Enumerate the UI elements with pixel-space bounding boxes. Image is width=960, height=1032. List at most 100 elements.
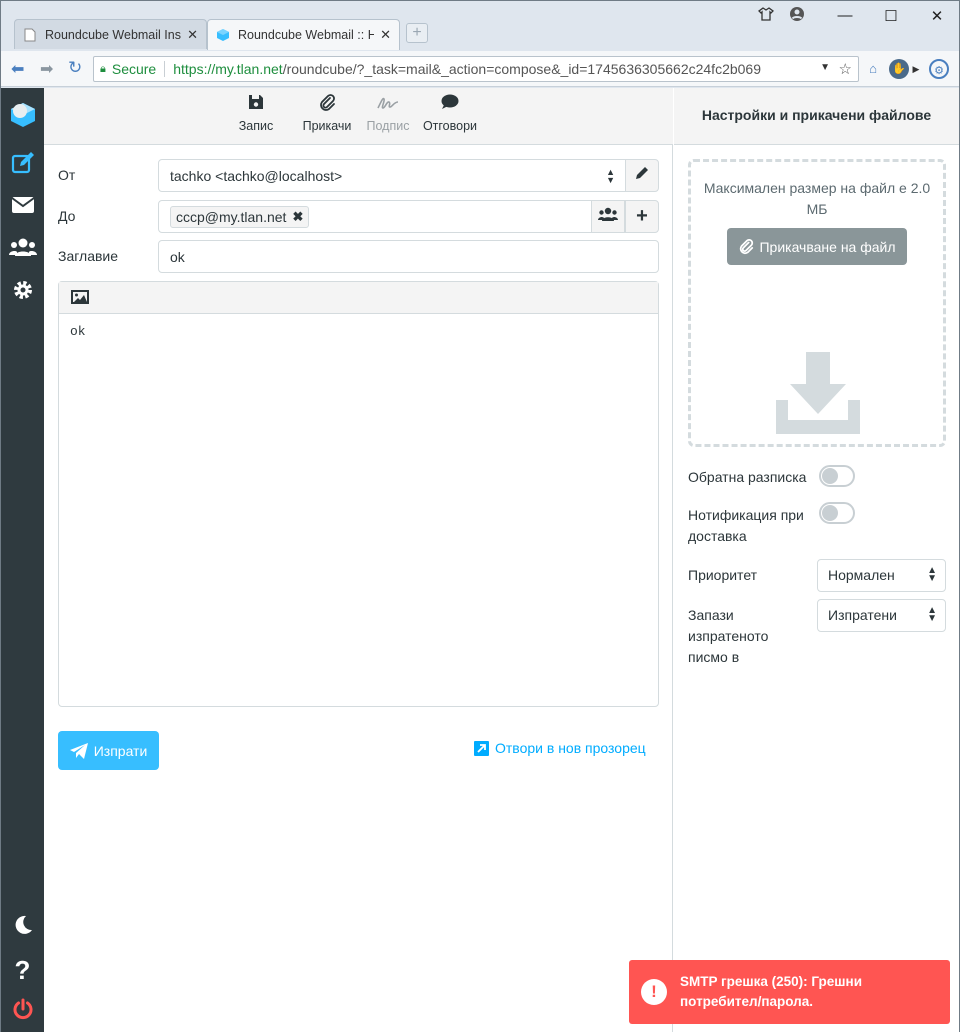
signature-icon (364, 94, 412, 116)
account-icon[interactable] (782, 6, 812, 26)
mail-icon[interactable] (1, 196, 44, 217)
edit-identity-button[interactable] (625, 159, 659, 192)
select-arrows-icon: ▲ ▼ (927, 565, 937, 584)
contacts-icon[interactable] (1, 237, 44, 260)
attach-file-label: Прикачване на файл (759, 238, 896, 255)
forward-arrow-icon[interactable]: ➡ (40, 59, 53, 79)
close-tab-icon[interactable]: ✕ (187, 27, 198, 43)
signature-button[interactable]: Подпис (364, 94, 412, 133)
select-arrows-icon: ▲ ▼ (927, 605, 937, 624)
open-new-window-label: Отвори в нов прозорец (495, 740, 646, 756)
delivery-notification-label: Нотификация при доставка (688, 507, 804, 544)
compose-icon[interactable] (1, 152, 44, 179)
select-arrows-icon: ▲ ▼ (606, 167, 615, 185)
close-tab-icon[interactable]: ✕ (380, 27, 391, 43)
plus-icon: + (636, 205, 648, 227)
open-new-window-link[interactable]: Отвори в нов прозорец (474, 740, 646, 756)
error-toast[interactable]: ! SMTP грешка (250): Грешни потребител/п… (629, 960, 950, 1024)
recipient-chip: cccp@my.tlan.net ✖ (170, 205, 310, 228)
floppy-disk-icon (236, 94, 276, 116)
navigation-bar: ⬅ ➡ ↻ 🔒︎ Secure https://my.tlan.net/roun… (1, 51, 959, 87)
lock-icon: 🔒︎ (100, 62, 106, 75)
bookmark-star-icon[interactable]: ☆ (839, 60, 852, 78)
to-input[interactable]: cccp@my.tlan.net ✖ (158, 200, 592, 233)
priority-label: Приоритет (688, 567, 758, 583)
paperclip-icon (300, 94, 354, 116)
priority-select[interactable]: Нормален ▲ ▼ (817, 559, 946, 592)
subject-row: Заглавие ok (58, 240, 660, 273)
browser-window: Roundcube Webmail Inst ✕ Roundcube Webma… (0, 0, 960, 1032)
attach-button[interactable]: Прикачи (300, 94, 354, 133)
pencil-icon (635, 167, 648, 179)
save-sent-select[interactable]: Изпратени ▲ ▼ (817, 599, 946, 632)
subject-value: ok (170, 248, 185, 265)
extension-arrow-icon[interactable]: ▶ (911, 59, 921, 79)
responses-button[interactable]: Отговори (420, 94, 480, 133)
attachment-dropzone[interactable]: Максимален размер на файл е 2.0 МБ Прика… (688, 159, 946, 447)
attach-file-button[interactable]: Прикачване на файл (727, 228, 907, 265)
send-label: Изпрати (93, 742, 148, 759)
paperclip-icon (740, 238, 754, 254)
message-body[interactable]: ok (59, 314, 658, 349)
insert-image-icon[interactable] (71, 290, 89, 307)
remove-recipient-icon[interactable]: ✖ (292, 209, 303, 225)
help-icon[interactable]: ? (1, 955, 44, 986)
logout-power-icon[interactable] (1, 998, 44, 1023)
hand-extension-icon[interactable]: ✋ (889, 59, 909, 79)
save-button[interactable]: Запис (236, 94, 276, 133)
address-bar[interactable]: 🔒︎ Secure https://my.tlan.net/roundcube/… (93, 56, 859, 82)
to-row: До cccp@my.tlan.net ✖ + (58, 200, 660, 233)
from-label: От (58, 167, 76, 183)
send-button[interactable]: Изпрати (58, 731, 159, 770)
tab-roundcube-compose[interactable]: Roundcube Webmail :: H ✕ (207, 19, 400, 50)
from-value: tachko <tachko@localhost> (170, 167, 343, 184)
add-header-button[interactable]: + (625, 200, 659, 233)
return-receipt-toggle[interactable] (819, 465, 855, 487)
roundcube-app: ? Запис Прикачи Подпис Отговори От tachk… (1, 88, 959, 1032)
message-editor: ok (58, 281, 659, 707)
save-label: Запис (238, 119, 274, 133)
subject-input[interactable]: ok (158, 240, 659, 273)
priority-value: Нормален (828, 567, 895, 583)
sidebar: ? (1, 88, 44, 1032)
new-tab-button[interactable]: + (406, 23, 428, 43)
return-receipt-label: Обратна разписка (688, 469, 807, 485)
max-size-info: Максимален размер на файл е 2.0 МБ (703, 180, 931, 217)
dark-mode-moon-icon[interactable] (1, 914, 44, 939)
settings-gear-icon[interactable] (1, 279, 44, 304)
from-row: От tachko <tachko@localhost> ▲ ▼ (58, 159, 660, 192)
tab-title: Roundcube Webmail Inst (45, 27, 182, 42)
editor-toolbar (59, 282, 658, 314)
url-host: https://my.tlan.net (173, 61, 283, 77)
paper-plane-icon (69, 742, 88, 759)
delivery-notification-toggle[interactable] (819, 502, 855, 524)
from-select[interactable]: tachko <tachko@localhost> ▲ ▼ (158, 159, 626, 192)
compose-area: Запис Прикачи Подпис Отговори От tachko … (44, 88, 673, 1032)
tab-title: Roundcube Webmail :: H (238, 28, 375, 42)
settings-extension-icon[interactable]: ⚙ (929, 59, 949, 79)
toggle-knob (822, 505, 838, 521)
signature-label: Подпис (366, 119, 410, 133)
save-sent-label: Запази изпратеното писмо в (688, 607, 769, 665)
users-icon (598, 207, 618, 221)
maximize-icon[interactable]: ☐ (876, 7, 906, 25)
roundcube-favicon (217, 29, 229, 41)
minimize-icon[interactable]: — (830, 7, 860, 24)
roundcube-logo[interactable] (1, 100, 44, 133)
back-arrow-icon[interactable]: ⬅ (11, 59, 24, 79)
error-icon: ! (641, 979, 667, 1005)
dropdown-arrow-icon[interactable]: ▼ (820, 62, 830, 73)
tab-roundcube-install[interactable]: Roundcube Webmail Inst ✕ (14, 19, 207, 49)
save-sent-value: Изпратени (828, 607, 897, 623)
reload-icon[interactable]: ↻ (68, 58, 82, 78)
attach-label: Прикачи (302, 119, 352, 133)
url-path: /roundcube/?_task=mail&_action=compose&_… (282, 61, 761, 77)
close-window-icon[interactable]: ✕ (922, 7, 952, 25)
error-message: SMTP грешка (250): Грешни потребител/пар… (680, 974, 863, 1009)
profile-shirt-icon[interactable] (751, 6, 781, 26)
compose-toolbar: Запис Прикачи Подпис Отговори (44, 88, 673, 145)
subject-label: Заглавие (58, 248, 119, 264)
download-drop-icon (776, 352, 860, 434)
home-icon[interactable]: ⌂ (863, 59, 883, 79)
address-book-button[interactable] (591, 200, 625, 233)
